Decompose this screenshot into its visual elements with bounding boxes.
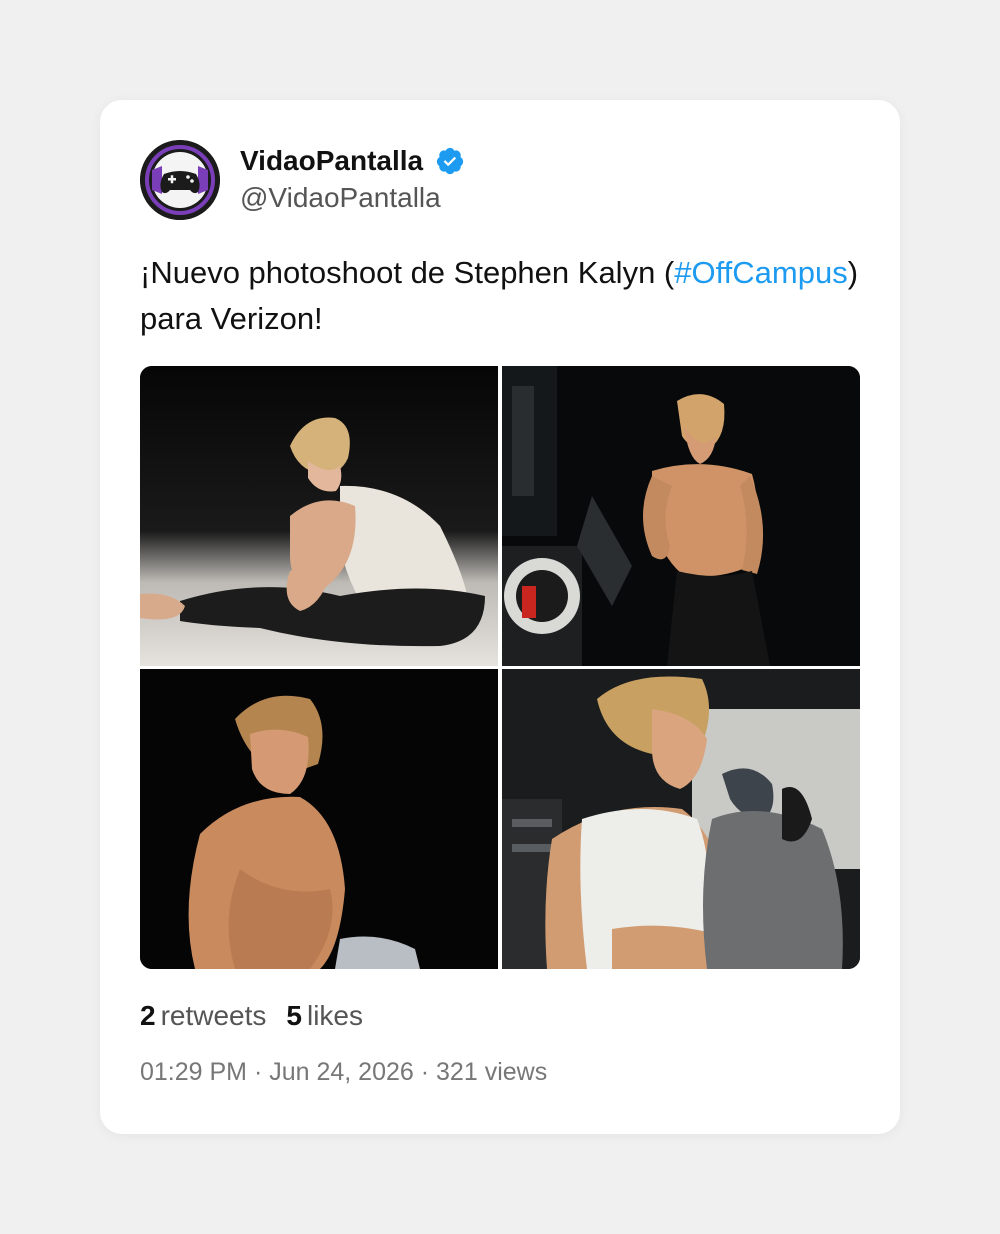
photo-1[interactable] — [140, 366, 498, 666]
tweet-stats: 2 retweets 5 likes — [140, 1000, 383, 1032]
retweets-stat[interactable]: 2 retweets — [140, 1000, 266, 1032]
likes-label: likes — [306, 1000, 363, 1031]
meta-separator: · — [413, 1058, 437, 1086]
photo-2[interactable] — [502, 366, 860, 666]
tweet-views: 321 views — [436, 1058, 548, 1086]
tweet-card: VidaoPantalla @VidaoPantalla ¡Nuevo phot… — [100, 100, 900, 1134]
gamepad-logo-icon — [140, 140, 220, 220]
retweets-count: 2 — [140, 1000, 156, 1031]
tweet-date[interactable]: Jun 24, 2026 — [269, 1058, 414, 1086]
avatar[interactable] — [140, 140, 220, 220]
user-handle[interactable]: @VidaoPantalla — [240, 180, 465, 216]
tweet-meta: 01:29 PM · Jun 24, 2026 · 321 views — [140, 1058, 547, 1087]
name-row: VidaoPantalla — [240, 144, 465, 178]
tweet-time: 01:29 PM — [140, 1058, 248, 1086]
photo-4[interactable] — [502, 669, 860, 969]
tweet-text: ¡Nuevo photoshoot de Stephen Kalyn (#Off… — [140, 250, 860, 342]
user-names: VidaoPantalla @VidaoPantalla — [240, 144, 465, 216]
tweet-text-before: ¡Nuevo photoshoot de Stephen Kalyn ( — [140, 255, 675, 290]
media-grid — [140, 366, 860, 969]
retweets-label: retweets — [160, 1000, 267, 1031]
meta-separator: · — [247, 1058, 270, 1086]
verified-badge-icon — [435, 146, 465, 176]
likes-stat[interactable]: 5 likes — [286, 1000, 363, 1032]
hashtag-link[interactable]: #OffCampus — [674, 255, 847, 290]
display-name[interactable]: VidaoPantalla — [240, 144, 423, 178]
likes-count: 5 — [286, 1000, 302, 1031]
photo-3[interactable] — [140, 669, 498, 969]
tweet-header: VidaoPantalla @VidaoPantalla — [140, 140, 465, 220]
